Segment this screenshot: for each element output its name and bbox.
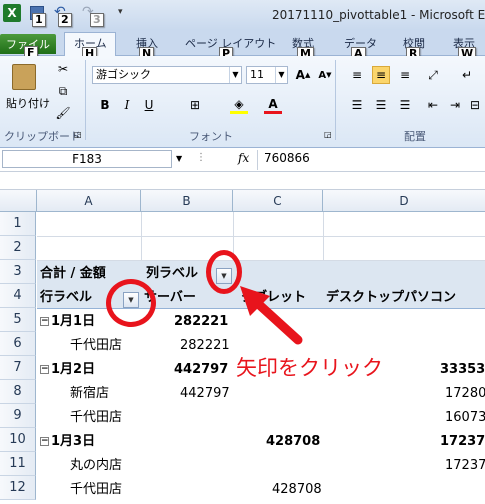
cell-d11[interactable]: 17237 — [445, 454, 485, 478]
column-header-b[interactable]: B — [141, 190, 233, 212]
row-group-label: 1月1日 — [51, 314, 96, 329]
cell-c12[interactable]: 428708 — [272, 478, 322, 502]
shrink-font-icon[interactable]: A ▼ — [316, 66, 334, 84]
row-group-label: 1月2日 — [51, 362, 96, 377]
collapse-icon[interactable]: − — [40, 437, 49, 446]
align-left-icon[interactable]: ☰ — [348, 96, 366, 114]
cell-b5[interactable]: 282221 — [174, 310, 228, 334]
cell-d9[interactable]: 16073 — [445, 406, 485, 430]
qat-customize-icon[interactable]: ▾ — [118, 7, 123, 17]
row-header-12[interactable]: 12 — [0, 476, 36, 500]
font-size-combo[interactable]: 11 ▼ — [246, 66, 288, 84]
paste-icon[interactable] — [12, 64, 36, 90]
row-header-3[interactable]: 3 — [0, 260, 36, 284]
group-label-clipboard: クリップボード — [4, 130, 81, 143]
annotation-text: 矢印をクリック — [236, 356, 383, 380]
cell-c10[interactable]: 428708 — [266, 430, 320, 454]
copy-icon[interactable]: ⧉ — [54, 82, 72, 100]
font-launcher-icon[interactable]: ◲ — [324, 130, 332, 139]
pivot-value-field-label[interactable]: 合計 / 金額 — [40, 262, 106, 286]
row-item-shinjuku[interactable]: 新宿店 — [70, 382, 109, 406]
font-name-combo[interactable]: 游ゴシック ▼ — [92, 66, 242, 84]
orientation-icon[interactable]: ⤢ — [424, 66, 442, 84]
formula-input-divider — [257, 150, 258, 170]
font-size-value: 11 — [250, 68, 264, 81]
column-header-d[interactable]: D — [323, 190, 485, 212]
cell-b7[interactable]: 442797 — [174, 358, 228, 382]
font-color-icon[interactable]: A — [264, 96, 282, 114]
name-box[interactable]: F183 — [2, 150, 172, 168]
row-header-9[interactable]: 9 — [0, 404, 36, 428]
cell-d8[interactable]: 17280 — [445, 382, 485, 406]
column-header-c[interactable]: C — [233, 190, 323, 212]
cut-icon[interactable]: ✂ — [54, 60, 72, 78]
align-middle-icon[interactable]: ≡ — [372, 66, 390, 84]
name-box-dropdown-icon[interactable]: ▼ — [176, 154, 182, 163]
merge-center-icon[interactable]: ⊟ — [466, 96, 484, 114]
decrease-indent-icon[interactable]: ⇤ — [424, 96, 442, 114]
chevron-down-icon[interactable]: ▼ — [275, 67, 287, 83]
keytip-undo: 2 — [58, 13, 72, 27]
row-item-chiyoda[interactable]: 千代田店 — [70, 478, 122, 502]
column-item-desktop-pc[interactable]: デスクトップパソコン — [326, 286, 456, 310]
highlight-circle-row-dropdown — [106, 279, 156, 327]
row-header-11[interactable]: 11 — [0, 452, 36, 476]
annotation-arrow-icon — [240, 286, 303, 345]
row-header-5[interactable]: 5 — [0, 308, 36, 332]
row-header-10[interactable]: 10 — [0, 428, 36, 452]
keytip-save: 1 — [32, 13, 46, 27]
fill-color-icon[interactable]: ◈ — [230, 96, 248, 114]
align-top-icon[interactable]: ≡ — [348, 66, 366, 84]
align-bottom-icon[interactable]: ≡ — [396, 66, 414, 84]
font-name-value: 游ゴシック — [96, 68, 151, 81]
select-all-corner[interactable] — [0, 190, 37, 212]
cell-d10[interactable]: 17237 — [440, 430, 485, 454]
pivot-column-labels[interactable]: 列ラベル — [146, 262, 198, 286]
bold-icon[interactable]: B — [96, 96, 114, 114]
grow-font-icon[interactable]: A ▲ — [294, 66, 312, 84]
row-item-chiyoda[interactable]: 千代田店 — [70, 334, 122, 358]
italic-icon[interactable]: I — [118, 96, 136, 114]
keytip-redo: 3 — [90, 13, 104, 27]
borders-icon[interactable]: ⊞ — [186, 96, 204, 114]
align-right-icon[interactable]: ☰ — [396, 96, 414, 114]
row-group-jan3[interactable]: −1月3日 — [40, 430, 95, 454]
group-label-alignment: 配置 — [404, 130, 426, 143]
formula-bar-expanded-area — [0, 172, 485, 190]
increase-indent-icon[interactable]: ⇥ — [446, 96, 464, 114]
align-center-icon[interactable]: ☰ — [372, 96, 390, 114]
wrap-text-icon[interactable]: ↵ — [458, 66, 476, 84]
row-group-jan1[interactable]: −1月1日 — [40, 310, 95, 334]
chevron-down-icon[interactable]: ▼ — [229, 67, 241, 83]
row-header-2[interactable]: 2 — [0, 236, 36, 260]
format-painter-icon[interactable]: 🖌 — [54, 104, 72, 122]
column-header-a[interactable]: A — [37, 190, 141, 212]
row-header-6[interactable]: 6 — [0, 332, 36, 356]
group-label-font: フォント — [189, 130, 233, 143]
paste-button-label[interactable]: 貼り付け — [6, 95, 50, 111]
underline-icon[interactable]: U — [140, 96, 158, 114]
row-header-1[interactable]: 1 — [0, 212, 36, 236]
formula-bar-splitter[interactable]: ⋮ — [196, 152, 206, 163]
row-group-label: 1月3日 — [51, 434, 96, 449]
cell-d7[interactable]: 33353 — [440, 358, 485, 382]
collapse-icon[interactable]: − — [40, 317, 49, 326]
row-header-8[interactable]: 8 — [0, 380, 36, 404]
pivot-row-labels[interactable]: 行ラベル — [40, 286, 92, 310]
row-group-jan2[interactable]: −1月2日 — [40, 358, 95, 382]
row-header-4[interactable]: 4 — [0, 284, 36, 308]
cell-b8[interactable]: 442797 — [180, 382, 230, 406]
cell-b6[interactable]: 282221 — [180, 334, 230, 358]
row-item-chiyoda[interactable]: 千代田店 — [70, 406, 122, 430]
window-title: 20171110_pivottable1 - Microsoft Ex — [272, 8, 485, 22]
insert-function-icon[interactable]: fx — [238, 151, 249, 165]
formula-input[interactable]: 760866 — [264, 151, 310, 165]
clipboard-launcher-icon[interactable]: ◲ — [74, 130, 82, 139]
row-header-7[interactable]: 7 — [0, 356, 36, 380]
excel-logo-icon[interactable]: X — [3, 4, 21, 22]
collapse-icon[interactable]: − — [40, 365, 49, 374]
row-item-marunouchi[interactable]: 丸の内店 — [70, 454, 122, 478]
column-header-row: A B C D — [0, 190, 485, 212]
